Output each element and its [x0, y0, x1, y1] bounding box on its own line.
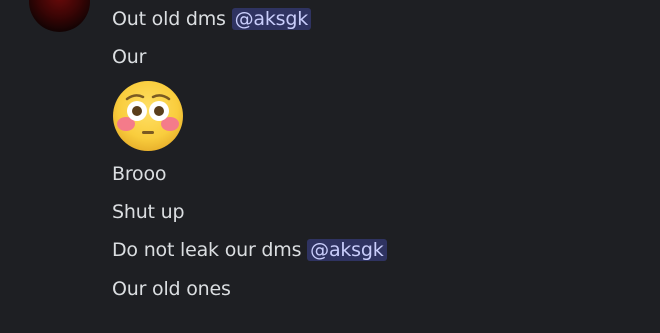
message-line: Shut up [112, 199, 185, 225]
flushed-face-emoji[interactable] [111, 79, 185, 153]
message-text: Our old ones [112, 278, 231, 300]
chat-message-group: Out old dms @aksgk Our Brooo Shut up Do … [0, 0, 660, 333]
user-mention[interactable]: @aksgk [307, 239, 387, 261]
message-text: Our [112, 46, 147, 68]
message-text: Brooo [112, 163, 167, 185]
flushed-face-icon [113, 81, 183, 151]
message-line: Brooo [112, 161, 167, 187]
user-mention[interactable]: @aksgk [231, 8, 312, 30]
message-text: Out old dms [112, 8, 232, 30]
message-line: Our [112, 44, 146, 70]
message-line: Do not leak our dms @aksgk [112, 237, 387, 263]
message-line: Out old dms @aksgk [112, 6, 312, 32]
message-text: Shut up [112, 201, 185, 223]
message-line: Our old ones [112, 276, 231, 302]
avatar[interactable] [29, 0, 90, 32]
message-text: Do not leak our dms [112, 239, 308, 261]
